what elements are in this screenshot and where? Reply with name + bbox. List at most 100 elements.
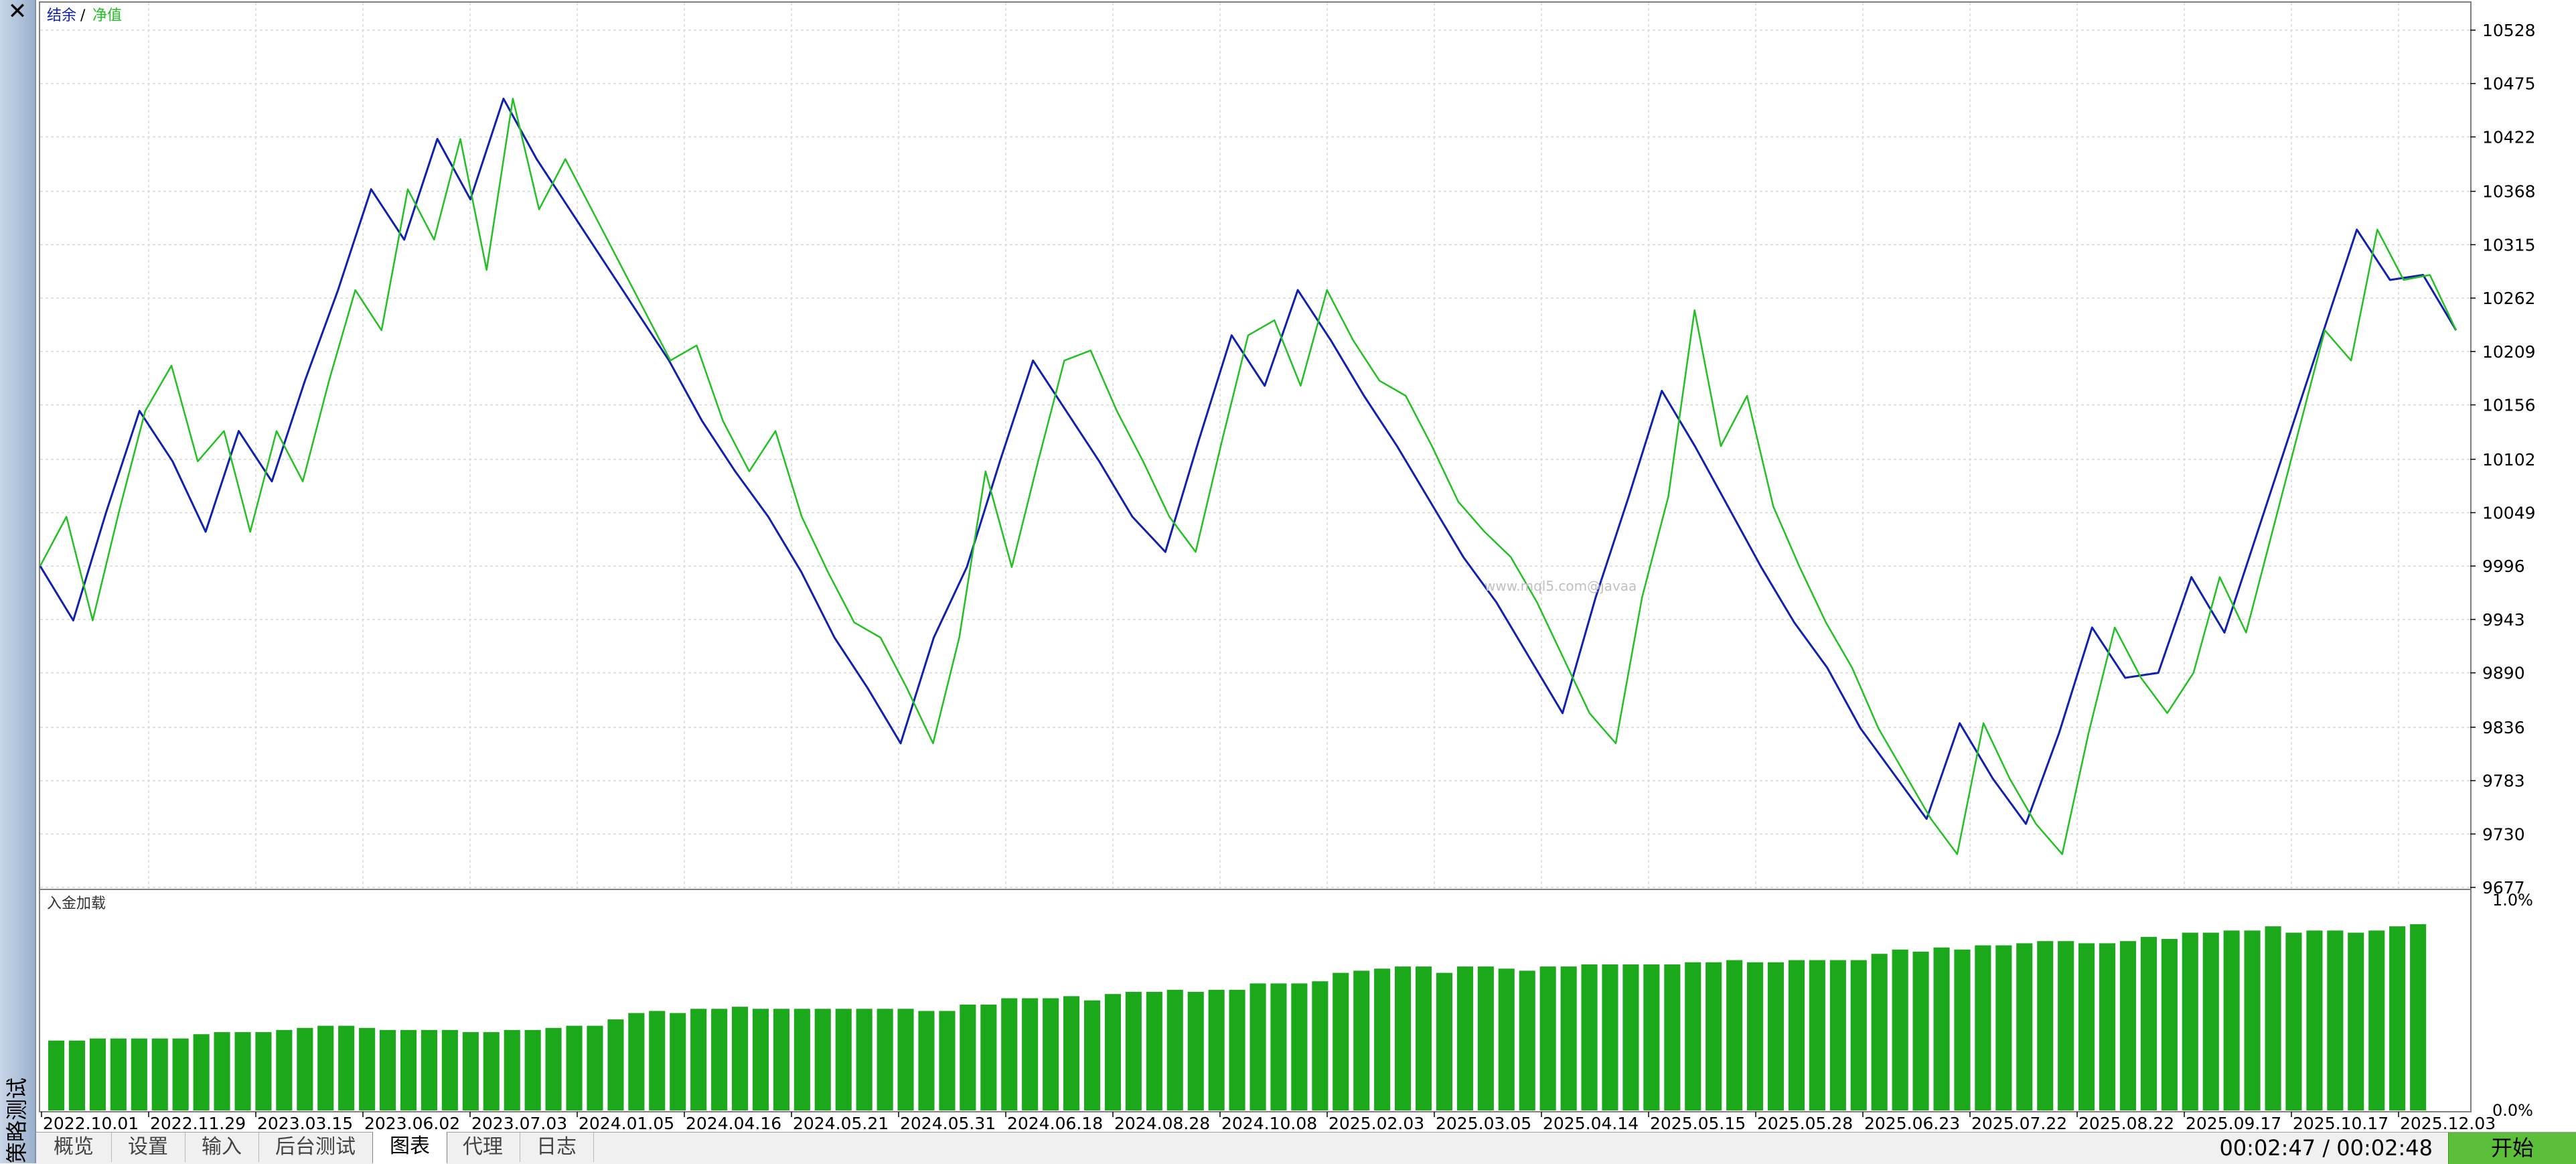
y-tick-label: 9943 <box>2482 610 2525 630</box>
deposit-load-bar <box>2265 926 2281 1110</box>
deposit-load-bar <box>380 1029 396 1110</box>
x-tick-label: 2025.10.17 <box>2293 1114 2389 1132</box>
x-tick-label: 2025.03.05 <box>1436 1114 1531 1132</box>
deposit-load-bar <box>1664 964 1681 1110</box>
deposit-load-bar <box>1187 992 1204 1110</box>
deposit-load-bar <box>1643 964 1660 1110</box>
deposit-load-bar <box>2037 941 2054 1110</box>
deposit-load-bar <box>2306 930 2323 1110</box>
deposit-load-bar <box>1043 998 1059 1110</box>
deposit-load-bar <box>1498 968 1515 1110</box>
chart-svg: 10528 10475 10422 10368 10315 10262 10209 10156… <box>39 1 2536 1133</box>
deposit-load-bar <box>587 1025 603 1110</box>
deposit-load-bar <box>1788 960 1805 1110</box>
deposit-load-bar <box>1229 989 1245 1110</box>
legend-balance: 结余 <box>47 7 76 24</box>
x-tick-label: 2025.09.17 <box>2186 1114 2281 1132</box>
deposit-load-bar <box>649 1011 666 1110</box>
deposit-load-bar <box>2368 930 2385 1110</box>
x-tick-label: 2025.02.03 <box>1329 1114 1424 1132</box>
watermark: www.mql5.com@javaa <box>1485 578 1637 594</box>
deposit-load-bar <box>2078 943 2095 1110</box>
deposit-load-bar <box>2058 941 2074 1110</box>
x-tick-label: 2024.06.18 <box>1007 1114 1103 1132</box>
x-tick-label: 2025.08.22 <box>2078 1114 2174 1132</box>
x-tick-label: 2022.11.29 <box>150 1114 246 1132</box>
deposit-load-bar <box>918 1011 935 1110</box>
y-tick-label: 10102 <box>2482 450 2536 469</box>
deposit-load-bar <box>1933 947 1950 1110</box>
x-tick-label: 2024.08.28 <box>1114 1114 1210 1132</box>
close-icon[interactable]: ✕ <box>5 0 29 24</box>
deposit-load-bar <box>1726 960 1743 1110</box>
deposit-load-bar <box>1333 972 1349 1110</box>
deposit-load-bar <box>1456 966 1473 1110</box>
deposit-load-bar <box>441 1029 458 1110</box>
deposit-load-bar <box>670 1013 686 1110</box>
deposit-load-bar <box>1560 966 1577 1110</box>
tab-inputs[interactable]: 输入 <box>185 1133 259 1162</box>
deposit-load-bar <box>255 1032 272 1110</box>
legend-separator: / <box>80 7 86 24</box>
deposit-load-bar <box>1022 998 1039 1110</box>
deposit-load-bar <box>2327 930 2344 1110</box>
deposit-load-bar <box>172 1038 189 1110</box>
deposit-load-bar <box>2285 932 2302 1110</box>
deposit-load-bar <box>732 1007 749 1110</box>
deposit-load-bar <box>980 1005 997 1110</box>
tab-backtest[interactable]: 后台测试 <box>258 1133 373 1162</box>
deposit-load-bar <box>566 1025 583 1110</box>
chart-area[interactable]: 10528 10475 10422 10368 10315 10262 10209 10156… <box>36 0 2576 1133</box>
deposit-load-bar <box>1912 952 1929 1110</box>
deposit-load-bar <box>1104 994 1121 1110</box>
deposit-load-bar <box>338 1025 355 1110</box>
tab-agents[interactable]: 代理 <box>446 1133 520 1162</box>
deposit-load-bar <box>2182 932 2198 1110</box>
x-tick-label: 2024.04.16 <box>686 1114 781 1132</box>
deposit-load-bar <box>2161 939 2178 1110</box>
x-tick-label: 2024.05.21 <box>793 1114 889 1132</box>
deposit-load-bar <box>814 1009 831 1110</box>
tester-sidebar: ✕ 策略测试 <box>0 0 36 1163</box>
deposit-load-bar <box>1975 945 1991 1110</box>
subpanel-bottom-label: 0.0% <box>2492 1101 2533 1120</box>
tab-journal[interactable]: 日志 <box>520 1133 594 1162</box>
deposit-load-bar <box>504 1029 520 1110</box>
deposit-load-bar <box>1208 989 1225 1110</box>
x-tick-label: 2024.01.05 <box>579 1114 674 1132</box>
deposit-load-bar <box>2223 930 2240 1110</box>
deposit-load-bar <box>2244 930 2261 1110</box>
start-button[interactable]: 开始 <box>2448 1133 2576 1164</box>
deposit-load-bar <box>131 1038 147 1110</box>
x-tick-label: 2023.07.03 <box>471 1114 567 1132</box>
x-tick-label: 2025.04.14 <box>1543 1114 1639 1132</box>
y-tick-label: 10528 <box>2482 21 2536 40</box>
deposit-load-bar <box>960 1005 976 1110</box>
deposit-load-bar <box>2099 943 2116 1110</box>
tab-settings[interactable]: 设置 <box>111 1133 185 1162</box>
tab-graph[interactable]: 图表 <box>372 1132 447 1164</box>
y-tick-label: 10156 <box>2482 396 2536 415</box>
deposit-load-bar <box>1995 945 2012 1110</box>
y-tick-label: 10315 <box>2482 235 2536 254</box>
tab-overview[interactable]: 概览 <box>36 1133 112 1162</box>
deposit-load-bar <box>897 1009 914 1110</box>
deposit-load-bar <box>317 1025 334 1110</box>
deposit-load-bar <box>2202 932 2219 1110</box>
deposit-load-bar <box>276 1029 293 1110</box>
deposit-load-bar <box>877 1009 893 1110</box>
deposit-load-bar <box>2016 943 2033 1110</box>
y-tick-label: 10422 <box>2482 127 2536 147</box>
deposit-load-bar <box>1353 970 1370 1110</box>
deposit-load-bar <box>193 1034 210 1110</box>
deposit-load-bar <box>1850 960 1867 1110</box>
deposit-load-bar <box>400 1029 417 1110</box>
deposit-load-bar <box>1892 949 1908 1110</box>
legend-equity: 净值 <box>92 7 122 24</box>
deposit-load-bar <box>151 1038 168 1110</box>
deposit-load-bar <box>2119 941 2136 1110</box>
y-tick-label: 9730 <box>2482 824 2525 844</box>
deposit-load-bar <box>607 1019 624 1110</box>
x-tick-label: 2025.07.22 <box>1971 1114 2067 1132</box>
subpanel-title: 入金加载 <box>47 895 106 912</box>
